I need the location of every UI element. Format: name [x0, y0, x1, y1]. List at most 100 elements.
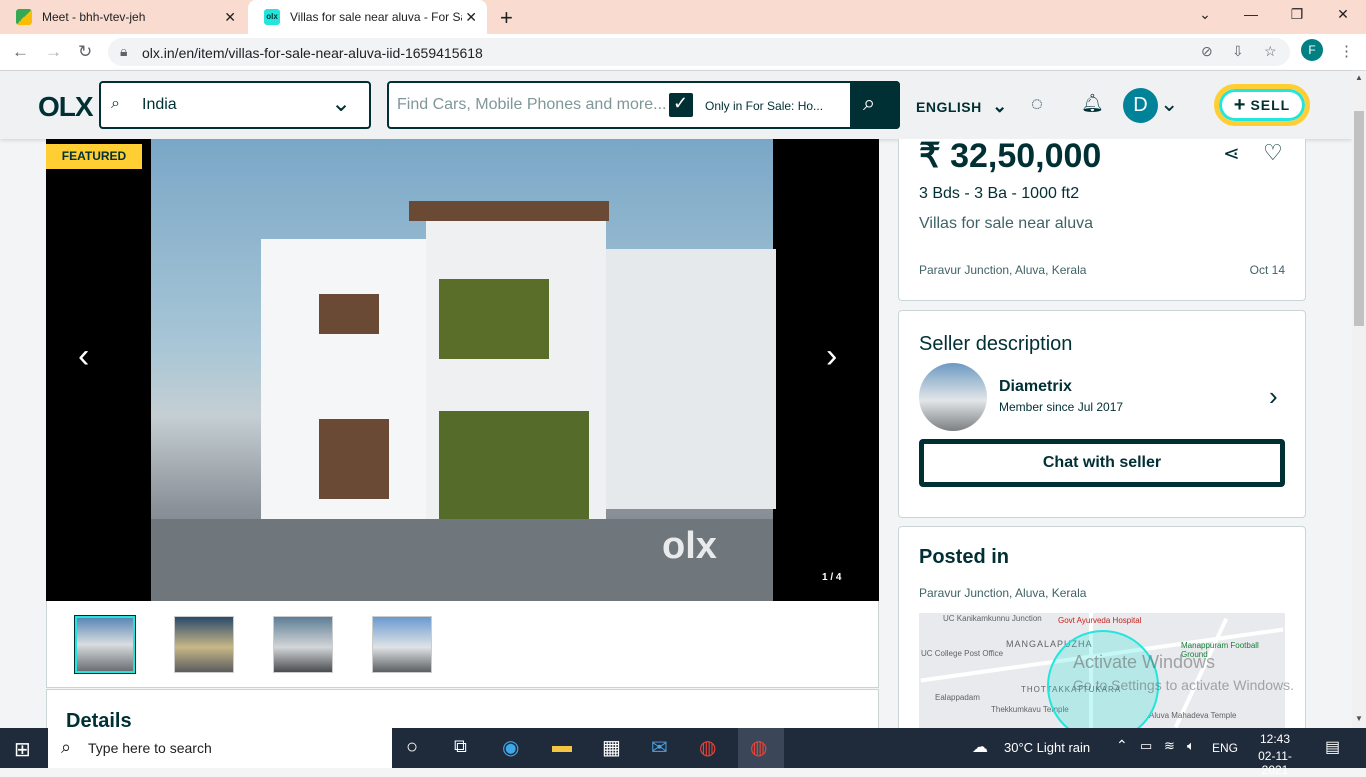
search-icon: ⌕	[61, 737, 72, 757]
house-illustration	[319, 419, 389, 499]
chat-icon[interactable]: ◌	[1031, 93, 1043, 116]
search-icon: ⌕	[863, 90, 876, 115]
plus-icon: +	[1233, 93, 1247, 116]
language-label: ENGLISH	[916, 99, 982, 115]
volume-icon[interactable]: 🔈︎	[1187, 738, 1195, 754]
store-icon[interactable]: ▦	[602, 735, 621, 760]
weather-text[interactable]: 30°C Light rain	[1004, 740, 1090, 755]
mail-icon[interactable]: ✉	[651, 735, 668, 760]
chevron-left-icon[interactable]: ‹	[78, 337, 89, 376]
location-map[interactable]: UC Kanikamkunnu Junction Govt Ayurveda H…	[919, 613, 1285, 733]
forward-icon[interactable]: →	[45, 42, 62, 62]
scrollbar-thumb[interactable]	[1354, 111, 1364, 326]
seller-name[interactable]: Diametrix	[999, 378, 1072, 396]
activate-windows-subtitle: Go to Settings to activate Windows.	[1073, 677, 1294, 693]
close-tab-icon[interactable]: ✕	[465, 9, 477, 26]
browser-tab-strip: Meet - bhh-vtev-jeh ✕ olx Villas for sal…	[0, 0, 1366, 34]
search-bar[interactable]: Find Cars, Mobile Phones and more... ✓ O…	[387, 81, 900, 129]
battery-icon[interactable]: ▭	[1140, 738, 1152, 754]
user-avatar[interactable]: D	[1123, 88, 1158, 123]
checkmark-icon: ✓	[673, 93, 689, 113]
input-language[interactable]: ENG	[1212, 741, 1238, 755]
taskbar-search-box[interactable]: ⌕ Type here to search	[48, 728, 392, 768]
tab-meet[interactable]: Meet - bhh-vtev-jeh ✕	[0, 0, 246, 34]
details-section: Details	[46, 689, 879, 732]
chevron-down-icon: ⌄	[992, 96, 1008, 116]
chat-with-seller-button[interactable]: Chat with seller	[919, 439, 1285, 487]
chrome-icon[interactable]: ◍	[699, 735, 716, 760]
minimize-icon[interactable]: —	[1241, 6, 1261, 22]
heart-icon[interactable]: ♡	[1263, 140, 1283, 166]
seller-card: Seller description Diametrix Member sinc…	[898, 310, 1306, 518]
seller-avatar[interactable]	[919, 363, 987, 431]
search-input[interactable]: Find Cars, Mobile Phones and more...	[397, 96, 666, 114]
new-tab-icon[interactable]: +	[500, 5, 513, 31]
bookmark-star-icon[interactable]: ☆	[1264, 43, 1277, 60]
chevron-down-icon[interactable]: ⌄	[1160, 91, 1178, 117]
thumbnail[interactable]	[273, 616, 333, 673]
sell-button[interactable]: + SELL	[1214, 84, 1310, 126]
chevron-right-icon[interactable]: ›	[1269, 381, 1278, 412]
restore-icon[interactable]: ❐	[1287, 6, 1307, 23]
notification-bell-icon[interactable]: 🔔︎	[1081, 93, 1104, 114]
lock-icon[interactable]: 🔒︎	[120, 43, 127, 60]
edge-icon[interactable]: ◉	[502, 735, 519, 760]
tab-title: Meet - bhh-vtev-jeh	[42, 10, 146, 24]
reload-icon[interactable]: ↻	[78, 42, 92, 62]
address-bar[interactable]: 🔒︎ olx.in/en/item/villas-for-sale-near-a…	[108, 38, 1290, 66]
posted-location: Paravur Junction, Aluva, Kerala	[919, 586, 1087, 600]
language-selector[interactable]: ENGLISH ⌄	[916, 96, 1008, 117]
install-icon[interactable]: ⇩	[1232, 43, 1244, 60]
clock-time[interactable]: 12:43	[1250, 732, 1300, 746]
site-header: OLX ⌕ India ⌄ Find Cars, Mobile Phones a…	[0, 71, 1352, 139]
chevron-right-icon[interactable]: ›	[826, 337, 837, 376]
file-explorer-icon[interactable]: ▬	[552, 735, 572, 758]
cortana-icon[interactable]: ○	[406, 736, 418, 759]
chrome-active-icon[interactable]: ◍	[738, 728, 784, 768]
house-illustration	[439, 279, 549, 359]
tab-search-icon[interactable]: ⌄	[1195, 6, 1215, 23]
scroll-up-icon[interactable]: ▲	[1355, 73, 1363, 82]
close-window-icon[interactable]: ✕	[1333, 6, 1353, 23]
scroll-down-icon[interactable]: ▼	[1355, 714, 1363, 723]
wifi-icon[interactable]: ≋	[1164, 738, 1175, 754]
olx-watermark: olx	[662, 525, 717, 567]
chevron-up-icon[interactable]: ⌃	[1116, 737, 1128, 754]
share-icon[interactable]: ⋖	[1223, 141, 1240, 166]
browser-toolbar: ← → ↻ 🔒︎ olx.in/en/item/villas-for-sale-…	[0, 34, 1366, 71]
taskbar-search-input[interactable]: Type here to search	[88, 740, 212, 756]
task-view-icon[interactable]: ⧉	[454, 736, 467, 757]
house-illustration	[606, 249, 776, 509]
back-icon[interactable]: ←	[12, 42, 29, 62]
featured-badge: FEATURED	[46, 144, 142, 169]
tab-olx-listing[interactable]: olx Villas for sale near aluva - For Sal…	[248, 0, 487, 34]
blocked-icon[interactable]: ⊘	[1201, 43, 1213, 60]
close-tab-icon[interactable]: ✕	[224, 9, 236, 26]
posted-in-card: Posted in Paravur Junction, Aluva, Keral…	[898, 526, 1306, 736]
thumbnail[interactable]	[74, 615, 136, 674]
map-label: Ealappadam	[935, 693, 980, 702]
location-value: India	[142, 96, 177, 113]
search-icon: ⌕	[111, 95, 120, 112]
chevron-down-icon: ⌄	[331, 90, 352, 117]
thumbnail[interactable]	[174, 616, 234, 673]
windows-start-icon[interactable]: ⊞	[14, 737, 31, 762]
search-button[interactable]: ⌕	[850, 81, 900, 129]
tab-title: Villas for sale near aluva - For Sal	[290, 10, 462, 24]
price-card: ₹ 32,50,000 ⋖ ♡ 3 Bds - 3 Ba - 1000 ft2 …	[898, 137, 1306, 301]
map-label: Aluva Mahadeva Temple	[1149, 711, 1237, 720]
posted-in-heading: Posted in	[919, 546, 1010, 568]
profile-avatar[interactable]: F	[1301, 39, 1323, 61]
thumbnail[interactable]	[372, 616, 432, 673]
google-meet-icon	[16, 9, 32, 25]
only-in-checkbox[interactable]: ✓	[669, 93, 693, 117]
notification-center-icon[interactable]: ▤	[1325, 737, 1340, 757]
thumbnail-strip	[46, 601, 879, 688]
clock-date[interactable]: 02-11-2021	[1246, 749, 1304, 777]
page-scrollbar[interactable]: ▲ ▼	[1352, 71, 1366, 728]
location-selector[interactable]: ⌕ India ⌄	[99, 81, 371, 129]
olx-logo[interactable]: OLX	[38, 91, 94, 123]
map-label: UC Kanikamkunnu Junction	[943, 614, 1042, 623]
listing-specs: 3 Bds - 3 Ba - 1000 ft2	[919, 185, 1080, 202]
menu-icon[interactable]: ⋮	[1339, 42, 1354, 60]
